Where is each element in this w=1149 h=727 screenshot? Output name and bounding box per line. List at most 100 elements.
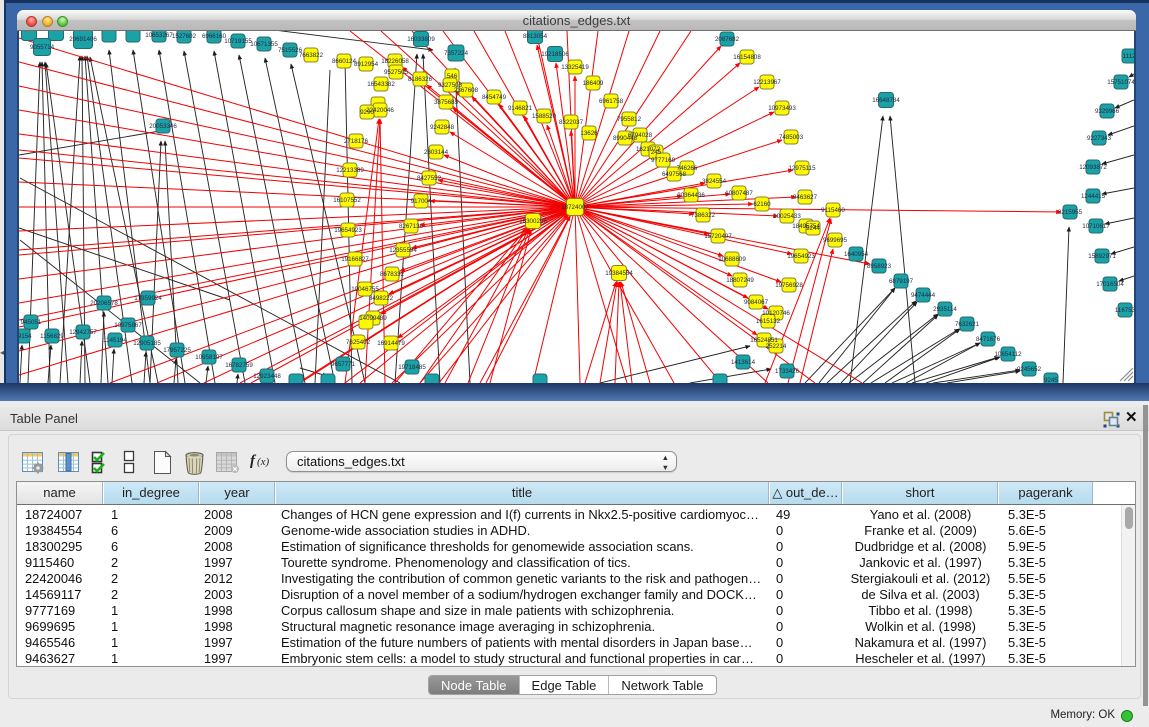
svg-text:9699695: 9699695 (823, 237, 848, 244)
svg-text:1145194: 1145194 (103, 337, 127, 344)
svg-text:116753: 116753 (1115, 307, 1134, 314)
svg-text:10973493: 10973493 (768, 105, 796, 112)
svg-text:7485003: 7485003 (779, 134, 804, 141)
svg-text:18300295: 18300295 (519, 218, 547, 225)
svg-text:8813054: 8813054 (523, 33, 548, 40)
svg-text:20053346: 20053346 (149, 123, 177, 130)
svg-text:9245652: 9245652 (1017, 366, 1042, 373)
svg-text:12923448: 12923448 (253, 373, 281, 380)
svg-text:19166827: 19166827 (341, 256, 369, 263)
svg-text:9084067: 9084067 (744, 299, 769, 306)
svg-text:12975115: 12975115 (788, 165, 816, 172)
svg-text:9527505: 9527505 (384, 69, 409, 76)
svg-text:62160: 62160 (753, 201, 771, 208)
svg-text:7357224: 7357224 (444, 50, 469, 57)
svg-text:1244415: 1244415 (1081, 193, 1106, 200)
svg-text:10025433: 10025433 (773, 213, 801, 220)
svg-text:8498222: 8498222 (369, 295, 394, 302)
svg-text:3875685: 3875685 (434, 99, 459, 106)
svg-text:12213389: 12213389 (336, 167, 364, 174)
svg-text:2087682: 2087682 (715, 36, 740, 43)
svg-text:12093872: 12093872 (1079, 164, 1107, 171)
svg-text:16648784: 16648784 (872, 97, 900, 104)
svg-text:6966160: 6966160 (202, 33, 227, 40)
svg-text:8912954: 8912954 (354, 61, 379, 68)
svg-text:6879197: 6879197 (889, 278, 914, 285)
svg-text:19654923: 19654923 (334, 227, 362, 234)
svg-text:1615132: 1615132 (756, 318, 781, 325)
svg-text:10975867: 10975867 (114, 322, 142, 329)
svg-text:9244: 9244 (806, 225, 820, 232)
svg-text:2803144: 2803144 (424, 149, 449, 156)
svg-text:15751074: 15751074 (1107, 79, 1134, 86)
svg-text:9055714: 9055714 (30, 44, 55, 51)
svg-text:18226058: 18226058 (381, 58, 409, 65)
svg-text:1640954: 1640954 (844, 251, 869, 258)
svg-text:12905185: 12905185 (133, 340, 161, 347)
svg-text:9329966: 9329966 (1095, 108, 1120, 115)
svg-text:9227343: 9227343 (1087, 135, 1112, 142)
svg-text:19718485: 19718485 (398, 364, 426, 371)
svg-text:10710617: 10710617 (1082, 223, 1110, 230)
svg-text:9777169: 9777169 (651, 157, 676, 164)
svg-text:2367608: 2367608 (454, 87, 479, 94)
svg-text:13325419: 13325419 (561, 64, 589, 71)
svg-text:8958923: 8958923 (867, 263, 892, 270)
svg-text:7632621: 7632621 (955, 321, 980, 328)
svg-text:16154808: 16154808 (733, 54, 761, 61)
svg-text:746266: 746266 (677, 165, 698, 172)
svg-text:20364436: 20364436 (677, 192, 705, 199)
svg-text:9474444: 9474444 (911, 292, 936, 299)
svg-text:19756928: 19756928 (775, 282, 803, 289)
svg-text:8322037: 8322037 (559, 119, 584, 126)
svg-text:8454749: 8454749 (482, 94, 507, 101)
svg-text:6794028: 6794028 (628, 132, 653, 139)
svg-text:9242848: 9242848 (430, 124, 455, 131)
svg-text:2718176: 2718176 (344, 138, 369, 145)
svg-text:10654112: 10654112 (994, 351, 1022, 358)
svg-text:10120746: 10120746 (762, 310, 790, 317)
svg-text:17957225: 17957225 (163, 347, 191, 354)
svg-text:1733426: 1733426 (775, 368, 800, 375)
svg-text:1156829: 1156829 (40, 333, 64, 340)
svg-text:17359924: 17359924 (134, 295, 162, 302)
svg-text:2935114: 2935114 (933, 306, 957, 313)
svg-text:9245: 9245 (1044, 377, 1058, 383)
svg-text:8215955: 8215955 (1058, 209, 1083, 216)
svg-text:3824554: 3824554 (702, 178, 727, 185)
svg-text:252214: 252214 (766, 343, 787, 350)
svg-text:13626: 13626 (580, 130, 598, 137)
svg-text:945051: 945051 (21, 319, 42, 326)
svg-text:9146821: 9146821 (508, 105, 533, 112)
svg-text:15720407: 15720407 (704, 233, 732, 240)
svg-text:17016504: 17016504 (1096, 281, 1124, 288)
svg-text:8427552: 8427552 (417, 175, 442, 182)
svg-text:10719155: 10719155 (224, 38, 252, 45)
svg-text:8186326: 8186326 (408, 76, 433, 83)
svg-text:7625402: 7625402 (346, 339, 371, 346)
svg-text:12355594: 12355594 (389, 247, 417, 254)
svg-text:10807487: 10807487 (725, 190, 753, 197)
svg-text:7663822: 7663822 (299, 52, 324, 59)
svg-text:7386322: 7386322 (691, 212, 716, 219)
svg-text:20206578: 20206578 (90, 300, 118, 307)
svg-text:1588520: 1588520 (532, 113, 557, 120)
svg-text:16914479: 16914479 (377, 340, 405, 347)
svg-text:14099489: 14099489 (359, 315, 387, 322)
svg-text:19384554: 19384554 (605, 270, 633, 277)
svg-text:8267130: 8267130 (399, 223, 424, 230)
svg-text:20691406: 20691406 (69, 36, 97, 43)
svg-text:1527602: 1527602 (172, 33, 197, 40)
svg-text:8678332: 8678332 (380, 271, 405, 278)
svg-text:8471676: 8471676 (976, 336, 1001, 343)
svg-text:16107552: 16107552 (333, 197, 361, 204)
svg-text:19218506: 19218506 (541, 51, 569, 58)
svg-text:245: 245 (651, 149, 662, 156)
svg-text:(x): (x) (257, 456, 270, 468)
svg-text:15892971: 15892971 (1088, 253, 1116, 260)
svg-text:1112: 1112 (1123, 53, 1134, 60)
svg-text:9657771: 9657771 (331, 361, 356, 368)
svg-text:12213967: 12213967 (753, 79, 781, 86)
svg-text:12942757: 12942757 (69, 329, 97, 336)
svg-text:7955812: 7955812 (617, 116, 642, 123)
